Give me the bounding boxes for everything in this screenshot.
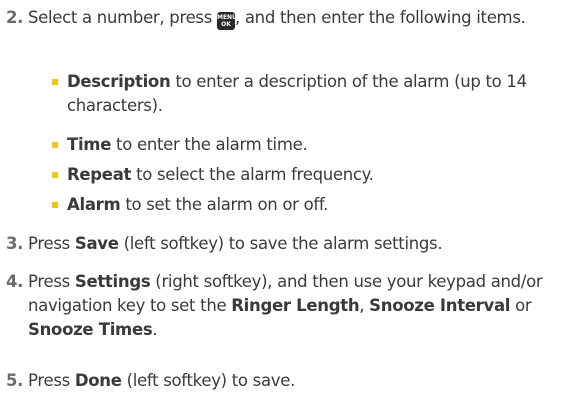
sub-item-description: Description to enter a description of th… (67, 72, 527, 115)
step-number: 5. (6, 371, 24, 390)
sub-item-repeat: Repeat to select the alarm frequency. (67, 165, 374, 184)
step-4-text: Press Settings (right softkey), and then… (28, 272, 543, 339)
step-3-text: Press Save (left softkey) to save the al… (28, 234, 443, 253)
sub-item-alarm: Alarm to set the alarm on or off. (67, 195, 329, 214)
menu-ok-key-icon: MENU OK (216, 12, 237, 30)
bullet-icon (52, 79, 58, 85)
instruction-page: 2. Select a number, press MENU OK, and th… (0, 0, 578, 406)
step-number: 2. (6, 8, 24, 27)
sub-item-time: Time to enter the alarm time. (67, 135, 308, 154)
bullet-icon (52, 202, 58, 208)
step-5-text: Press Done (left softkey) to save. (28, 371, 296, 390)
step-number: 3. (6, 234, 24, 253)
step-2-text: Select a number, press MENU OK, and then … (28, 8, 526, 30)
bullet-icon (52, 172, 58, 178)
step-number: 4. (6, 272, 24, 291)
bullet-icon (52, 142, 58, 148)
